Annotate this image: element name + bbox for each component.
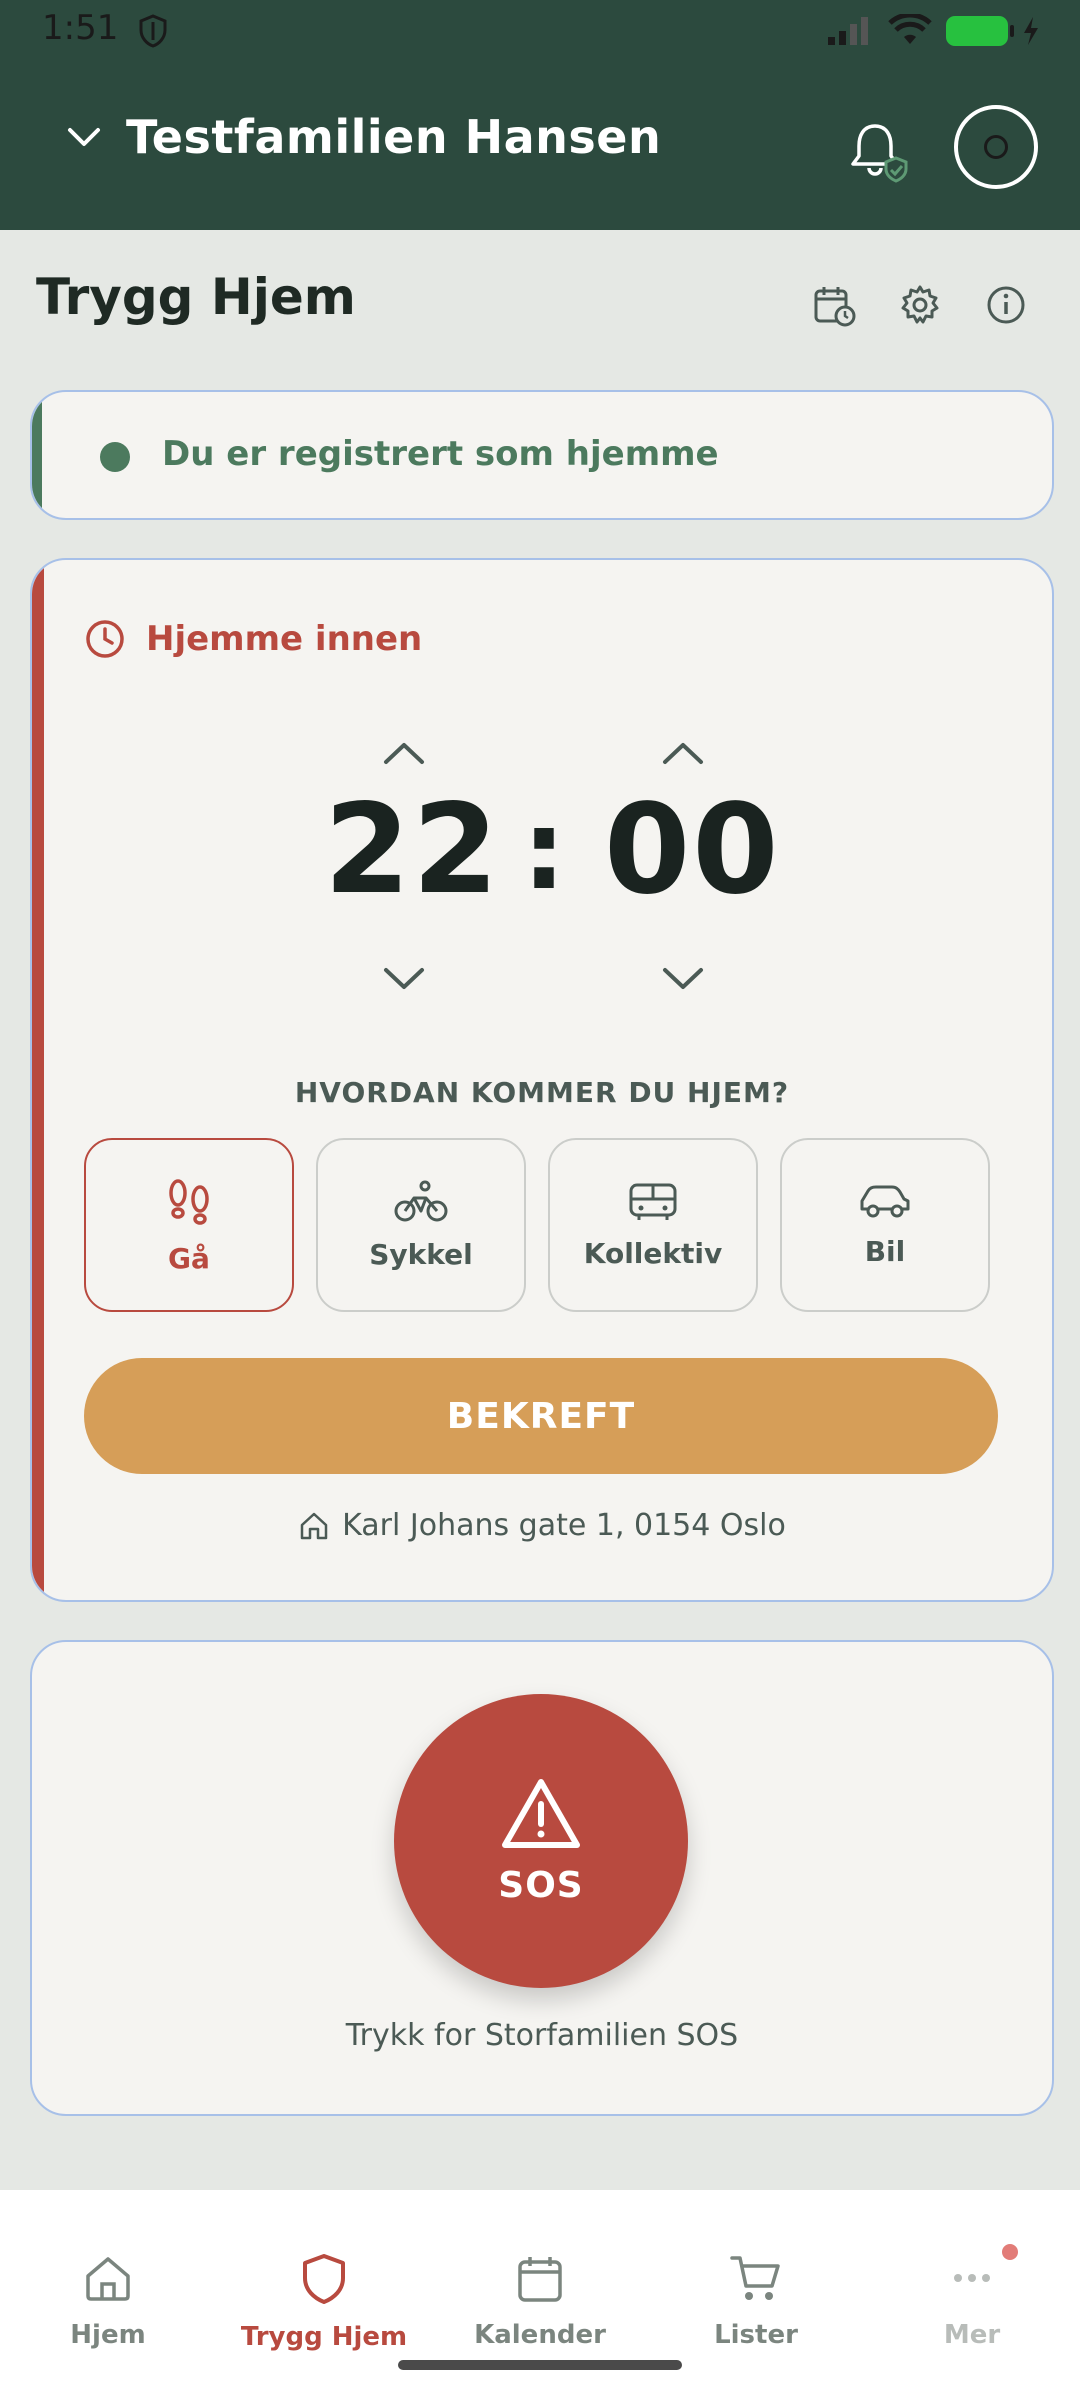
chevron-down-icon [68, 128, 100, 146]
nav-item-lists[interactable]: Lister [648, 2252, 864, 2350]
info-icon [987, 286, 1025, 324]
home-indicator[interactable] [398, 2360, 682, 2370]
car-icon [860, 1185, 910, 1217]
schedule-button[interactable] [812, 283, 856, 327]
calendar-clock-icon [814, 287, 856, 327]
minute-up-chevron-icon[interactable] [660, 738, 706, 768]
hour-down-chevron-icon[interactable] [381, 964, 427, 994]
charging-icon [1024, 17, 1038, 45]
gear-icon [901, 285, 939, 324]
hour-value[interactable]: 22 [324, 778, 501, 922]
nav-item-home[interactable]: Hjem [0, 2252, 216, 2350]
home-icon [86, 2257, 130, 2301]
nav-item-calendar[interactable]: Kalender [432, 2252, 648, 2350]
family-name: Testfamilien Hansen [126, 110, 662, 164]
bell-icon [851, 124, 908, 183]
calendar-icon [518, 2257, 562, 2302]
minute-value[interactable]: 00 [604, 778, 781, 922]
avatar[interactable] [954, 105, 1038, 189]
shield-icon [303, 2254, 345, 2304]
transport-mode-car[interactable]: Bil [780, 1138, 990, 1312]
sos-label: SOS [498, 1864, 584, 1906]
cart-icon [730, 2256, 780, 2300]
time-separator: : [522, 786, 566, 914]
hour-up-chevron-icon[interactable] [381, 738, 427, 768]
vpn-shield-icon [138, 14, 168, 52]
signal-icon [828, 17, 868, 45]
notification-dot [1002, 2244, 1018, 2260]
mode-label: Sykkel [369, 1237, 473, 1271]
status-text: Du er registrert som hjemme [162, 434, 719, 474]
more-icon [954, 2274, 990, 2282]
nav-label: Lister [714, 2320, 798, 2350]
status-icons [826, 14, 1040, 48]
deadline-label: Hjemme innen [146, 619, 423, 659]
bus-icon [629, 1183, 677, 1220]
nav-label: Trygg Hjem [240, 2322, 408, 2352]
status-dot [100, 442, 130, 472]
page-actions [812, 283, 1028, 327]
nav-label: Mer [943, 2320, 1001, 2350]
family-switcher[interactable]: Testfamilien Hansen [66, 110, 661, 164]
transport-mode-bike[interactable]: Sykkel [316, 1138, 526, 1312]
transport-question: HVORDAN KOMMER DU HJEM? [294, 1076, 790, 1109]
deadline-header: Hjemme innen [84, 618, 422, 660]
mode-label: Bil [864, 1234, 906, 1268]
notifications-button[interactable] [846, 118, 912, 188]
sos-card: SOS Trykk for Storfamilien SOS [30, 1640, 1054, 2116]
address-text: Karl Johans gate 1, 0154 Oslo [342, 1508, 786, 1543]
avatar-initial [984, 135, 1008, 159]
nav-item-more[interactable]: Mer [864, 2244, 1080, 2350]
wifi-icon [888, 14, 932, 44]
nav-item-trygg-hjem[interactable]: Trygg Hjem [216, 2252, 432, 2352]
info-button[interactable] [984, 283, 1028, 327]
transport-mode-transit[interactable]: Kollektiv [548, 1138, 758, 1312]
minute-down-chevron-icon[interactable] [660, 964, 706, 994]
page-title: Trygg Hjem [36, 268, 356, 326]
transport-mode-walk[interactable]: Gå [84, 1138, 294, 1312]
mode-label: Kollektiv [583, 1236, 723, 1270]
home-icon [300, 1512, 328, 1539]
bicycle-icon [394, 1180, 448, 1221]
status-time: 1:51 [42, 8, 119, 48]
confirm-button[interactable]: BEKREFT [84, 1358, 998, 1474]
sos-button[interactable]: SOS [394, 1694, 688, 1988]
nav-label: Kalender [474, 2320, 606, 2350]
settings-button[interactable] [898, 283, 942, 327]
transport-mode-list: Gå Sykkel Kollektiv Bil [84, 1138, 990, 1312]
mode-label: Gå [168, 1241, 210, 1275]
home-by-card: Hjemme innen 22 : 00 HVORDAN KOMMER DU H… [30, 558, 1054, 1602]
footsteps-icon [169, 1178, 209, 1225]
status-accent-bar [32, 392, 42, 518]
nav-label: Hjem [70, 2320, 146, 2350]
clock-icon [86, 620, 124, 658]
battery-icon [946, 16, 1014, 46]
home-address: Karl Johans gate 1, 0154 Oslo [32, 1508, 1052, 1543]
home-status-card: Du er registrert som hjemme [30, 390, 1054, 520]
sos-caption: Trykk for Storfamilien SOS [345, 2018, 739, 2053]
warning-icon [502, 1778, 580, 1848]
